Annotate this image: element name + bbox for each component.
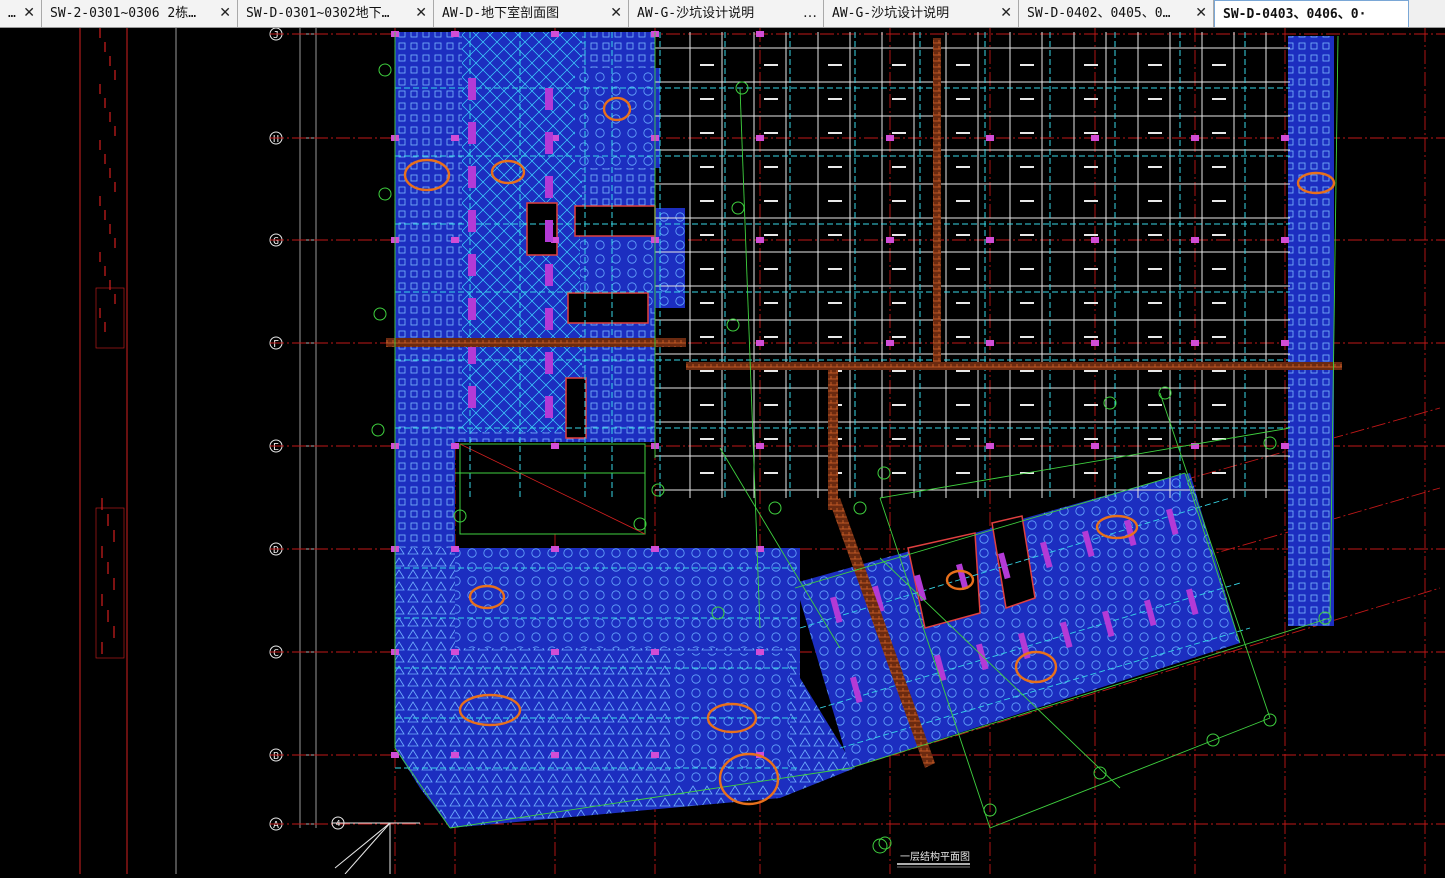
document-tab-3[interactable]: AW-D-地下室剖面图 ✕ (434, 0, 629, 27)
grid-label: C (273, 648, 279, 659)
document-tab-label: SW-D-0301~0302地下… (246, 6, 390, 21)
close-tab-icon[interactable]: ✕ (1000, 0, 1012, 27)
grid-label: E (273, 442, 279, 453)
document-tab-label: AW-D-地下室剖面图 (442, 6, 560, 21)
document-tab-1[interactable]: SW-2-0301~0306 2栋… ✕ (42, 0, 238, 27)
close-tab-icon[interactable]: ✕ (23, 0, 35, 27)
document-tab-label: SW-D-0403、0406、0· (1223, 7, 1367, 22)
close-tab-icon[interactable]: … (803, 0, 817, 27)
grid-label: D (273, 545, 279, 556)
document-tab-0[interactable]: … ✕ (0, 0, 42, 27)
document-tab-label: … (8, 6, 16, 21)
document-tab-6[interactable]: SW-D-0402、0405、0… ✕ (1019, 0, 1214, 27)
grid-label: F (273, 339, 279, 350)
ucs-icon: 4 (331, 816, 420, 875)
axis-number-label: 4 (336, 819, 341, 828)
grid-axis-left: J H G F E D C B A (269, 27, 320, 831)
slab-hatch-areas (395, 32, 1334, 828)
close-tab-icon[interactable]: ✕ (1195, 0, 1207, 27)
drawing-title-block: 一层结构平面图 (872, 838, 970, 868)
grid-label: A (273, 820, 279, 831)
close-tab-icon[interactable]: ✕ (610, 0, 622, 27)
document-tab-label: SW-D-0402、0405、0… (1027, 6, 1171, 21)
document-tab-bar: … ✕ SW-2-0301~0306 2栋… ✕ SW-D-0301~0302地下… ✕ A… (0, 0, 1445, 28)
close-tab-icon[interactable]: ✕ (415, 0, 427, 27)
drawing-title: 一层结构平面图 (900, 850, 970, 863)
document-tab-4[interactable]: AW-G-沙坑设计说明 … (629, 0, 824, 27)
grid-label: H (273, 134, 279, 145)
grid-label: G (273, 236, 279, 247)
document-tab-2[interactable]: SW-D-0301~0302地下… ✕ (238, 0, 434, 27)
structural-plan-drawing[interactable]: J H G F E D C B A 4 一层结构平面图 (0, 27, 1445, 875)
grid-label: J (273, 30, 279, 41)
left-notes-column (79, 28, 177, 874)
document-tab-label: AW-G-沙坑设计说明 (832, 6, 950, 21)
grid-label: B (273, 751, 279, 762)
close-tab-icon[interactable]: ✕ (219, 0, 231, 27)
document-tab-7[interactable]: SW-D-0403、0406、0· (1214, 0, 1409, 27)
document-tab-label: AW-G-沙坑设计说明 (637, 6, 755, 21)
document-tab-label: SW-2-0301~0306 2栋… (50, 6, 197, 21)
cad-drawing-canvas[interactable]: J H G F E D C B A 4 一层结构平面图 (0, 27, 1445, 875)
document-tab-5[interactable]: AW-G-沙坑设计说明 ✕ (824, 0, 1019, 27)
